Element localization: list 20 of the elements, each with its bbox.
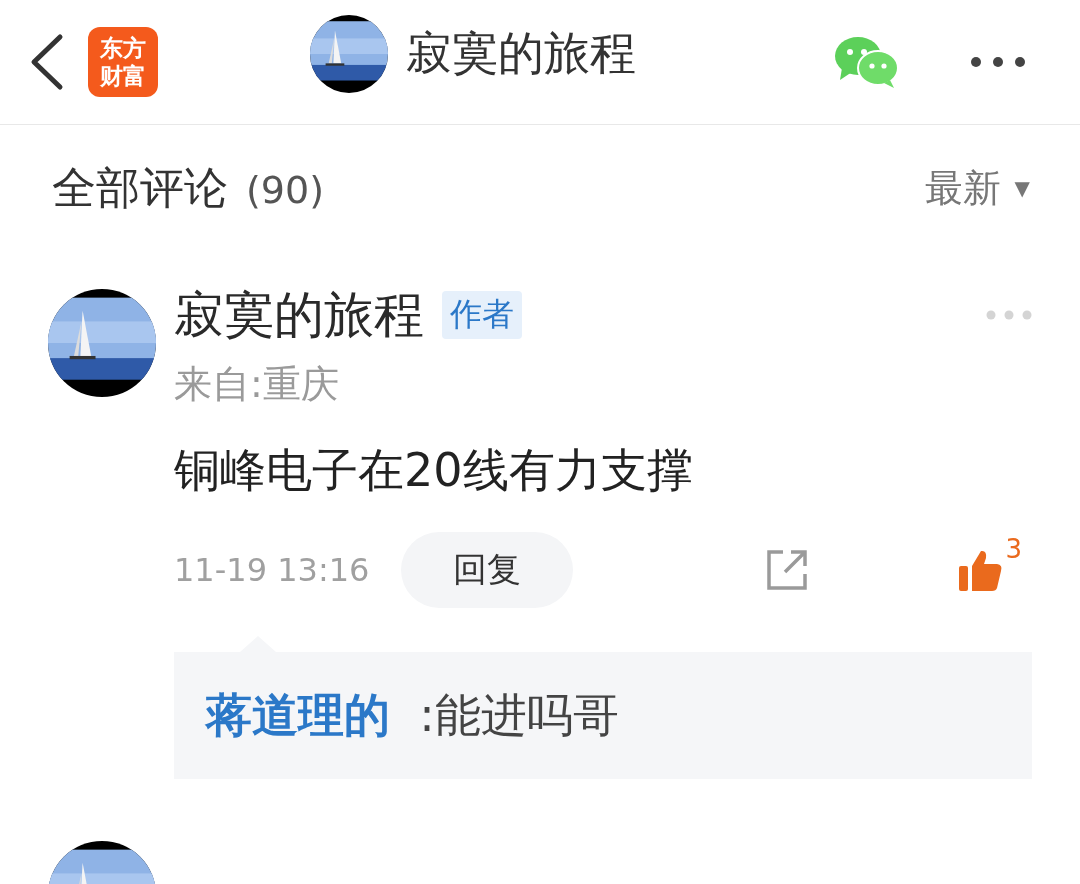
comment-count: (90) [246, 167, 324, 212]
more-icon[interactable] [970, 56, 1026, 68]
reply-text: :能进吗哥 [418, 687, 619, 742]
reply-button[interactable]: 回复 [401, 532, 574, 608]
like-count: 3 [1005, 534, 1022, 564]
sort-dropdown[interactable]: 最新 ▼ [924, 162, 1030, 214]
author-tag: 作者 [442, 291, 522, 339]
app-logo[interactable]: 东方 财富 [88, 27, 158, 97]
location-text: 来自:重庆 [174, 361, 340, 408]
comment-text: 铜峰电子在20线有力支撑 [174, 442, 694, 499]
reply-author[interactable]: 蒋道理的 [206, 687, 390, 742]
timestamp: 11-19 13:16 [174, 551, 370, 589]
chat-bubbles-icon[interactable] [834, 36, 900, 88]
author-name[interactable]: 寂寞的旅程 [174, 281, 424, 349]
logo-text: 财富 [100, 62, 146, 90]
section-title: 全部评论 [52, 160, 228, 215]
thumbs-up-icon[interactable] [959, 548, 1004, 592]
page-title: 寂寞的旅程 [406, 25, 636, 82]
share-icon[interactable] [765, 548, 810, 592]
logo-text: 东方 [100, 34, 146, 62]
